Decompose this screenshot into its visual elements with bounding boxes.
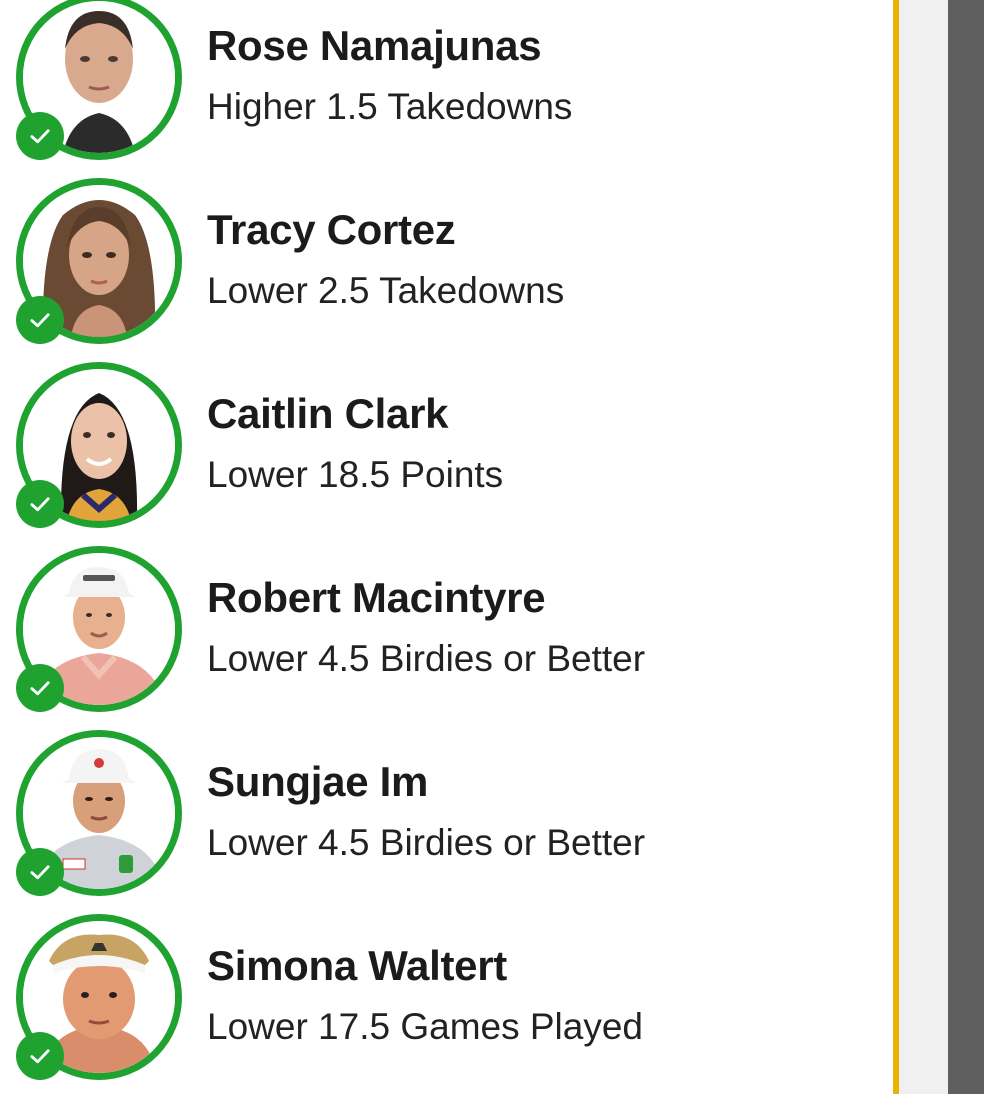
pick-list: Rose Namajunas Higher 1.5 Takedowns Trac… bbox=[0, 0, 893, 1094]
player-name: Caitlin Clark bbox=[207, 390, 449, 437]
pick-description: Lower 18.5 Points bbox=[207, 454, 504, 495]
pick-description: Lower 4.5 Birdies or Better bbox=[207, 822, 646, 863]
pick-row[interactable]: Simona Waltert Lower 17.5 Games Played bbox=[0, 914, 893, 1104]
check-icon bbox=[30, 681, 50, 696]
avatar bbox=[16, 0, 182, 160]
avatar bbox=[16, 730, 182, 896]
check-badge bbox=[16, 1032, 64, 1080]
check-badge bbox=[16, 296, 64, 344]
pick-description: Lower 4.5 Birdies or Better bbox=[207, 638, 646, 679]
avatar bbox=[16, 914, 182, 1080]
player-name: Sungjae Im bbox=[207, 758, 429, 805]
pick-row[interactable]: Tracy Cortez Lower 2.5 Takedowns bbox=[0, 178, 893, 368]
pick-description: Lower 17.5 Games Played bbox=[207, 1006, 644, 1047]
check-icon bbox=[30, 129, 50, 144]
player-name: Robert Macintyre bbox=[207, 574, 546, 621]
scrollbar[interactable] bbox=[948, 0, 984, 1094]
pick-row[interactable]: Sungjae Im Lower 4.5 Birdies or Better bbox=[0, 730, 893, 920]
player-name: Simona Waltert bbox=[207, 942, 507, 989]
check-badge bbox=[16, 112, 64, 160]
avatar bbox=[16, 178, 182, 344]
avatar bbox=[16, 546, 182, 712]
pick-description: Lower 2.5 Takedowns bbox=[207, 270, 565, 311]
pick-row[interactable]: Caitlin Clark Lower 18.5 Points bbox=[0, 362, 893, 552]
check-badge bbox=[16, 848, 64, 896]
check-badge bbox=[16, 664, 64, 712]
check-icon bbox=[30, 313, 50, 328]
side-panel bbox=[899, 0, 948, 1094]
check-badge bbox=[16, 480, 64, 528]
check-icon bbox=[30, 865, 50, 880]
pick-row[interactable]: Robert Macintyre Lower 4.5 Birdies or Be… bbox=[0, 546, 893, 736]
player-name: Rose Namajunas bbox=[207, 22, 542, 69]
pick-row[interactable]: Rose Namajunas Higher 1.5 Takedowns bbox=[0, 0, 893, 184]
avatar bbox=[16, 362, 182, 528]
check-icon bbox=[30, 497, 50, 512]
player-name: Tracy Cortez bbox=[207, 206, 456, 253]
pick-description: Higher 1.5 Takedowns bbox=[207, 86, 573, 127]
check-icon bbox=[30, 1049, 50, 1064]
